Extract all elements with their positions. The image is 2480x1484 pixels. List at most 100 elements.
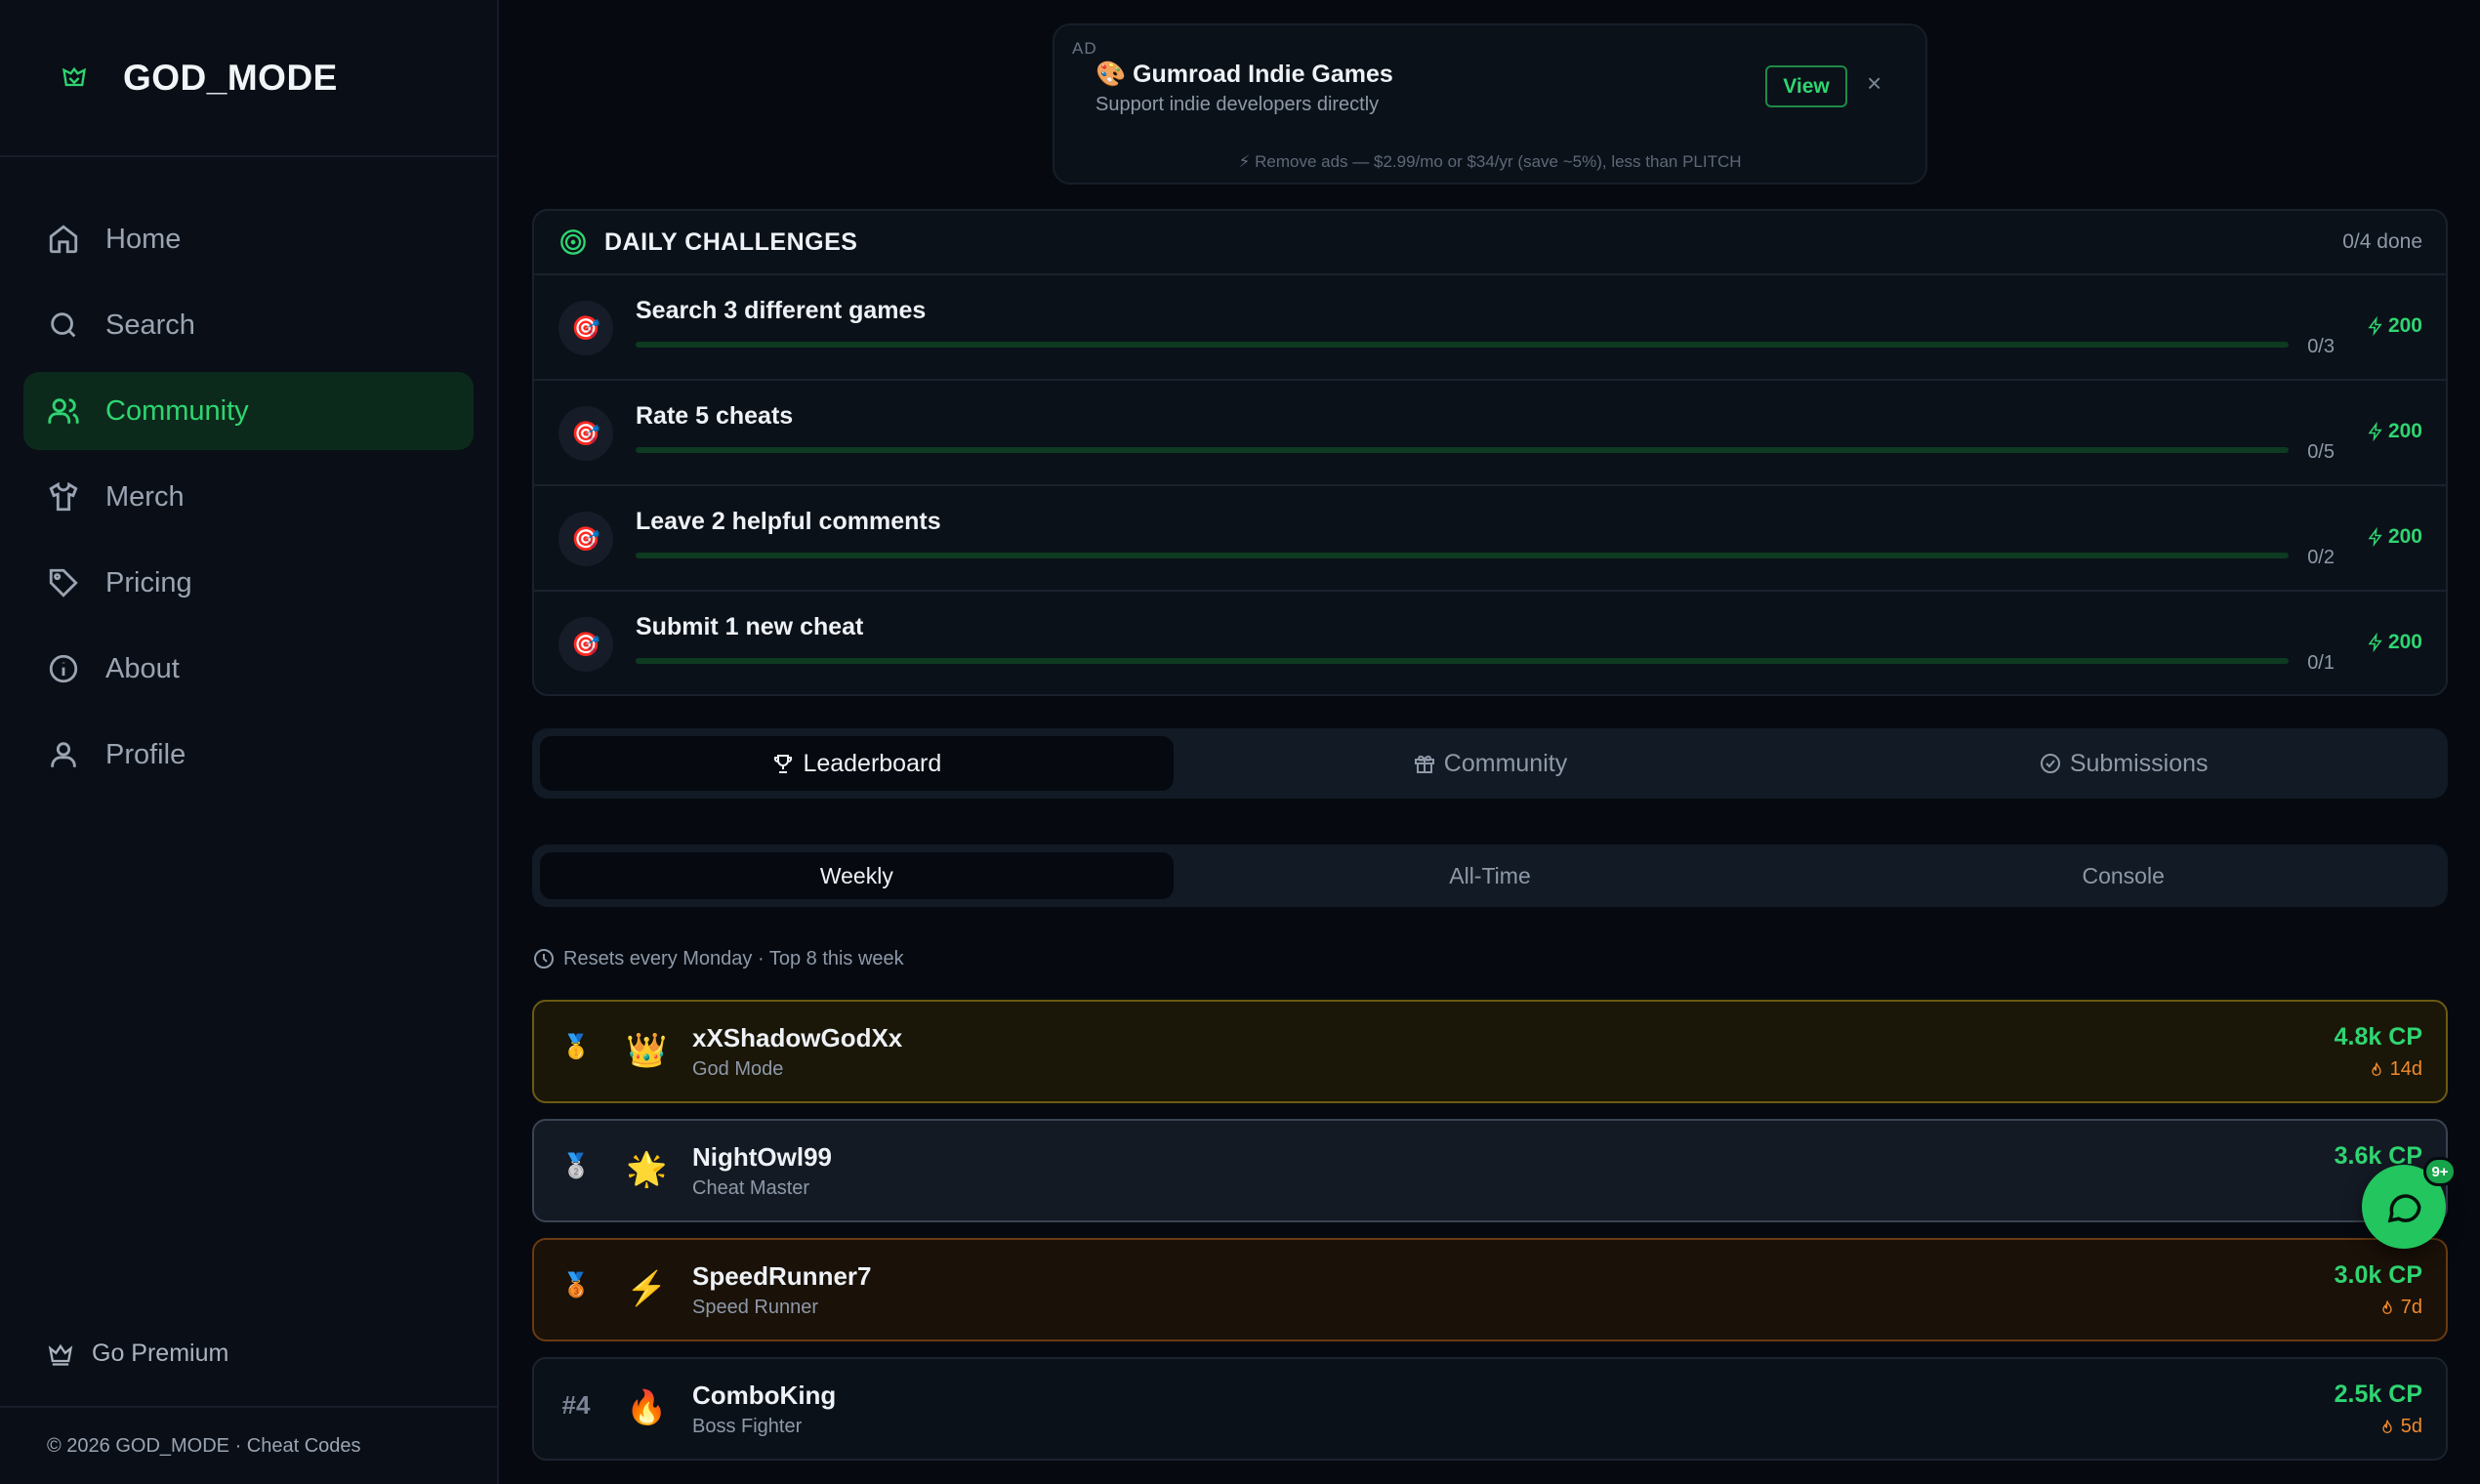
- points-value: 200: [2387, 631, 2422, 653]
- player-title: Cheat Master: [692, 1177, 810, 1199]
- tab-submissions[interactable]: Submissions: [1806, 736, 2440, 791]
- player-streak: 14d: [2369, 1058, 2422, 1081]
- tab-weekly[interactable]: Weekly: [540, 852, 1174, 899]
- go-premium-button[interactable]: Go Premium: [47, 1340, 228, 1368]
- brand-logo[interactable]: GOD_MODE: [0, 0, 497, 157]
- challenge-title: Submit 1 new cheat: [636, 613, 864, 640]
- users-icon: [48, 398, 79, 424]
- points-value: 200: [2387, 420, 2422, 442]
- points-value: 200: [2387, 525, 2422, 548]
- go-premium-label: Go Premium: [92, 1340, 229, 1367]
- sidebar-item-profile[interactable]: Profile: [23, 716, 474, 794]
- notification-badge: 9+: [2423, 1157, 2457, 1186]
- remove-ads-label: Remove ads — $2.99/mo or $34/yr (save ~5…: [1255, 152, 1742, 171]
- search-icon: [51, 312, 76, 338]
- rank-medal: 🥇: [561, 1034, 591, 1060]
- tab-all-time[interactable]: All-Time: [1174, 852, 1807, 899]
- bolt-icon: [2368, 316, 2382, 336]
- target-icon: [560, 229, 586, 255]
- challenge-title: Search 3 different games: [636, 297, 927, 324]
- app-root: GOD_MODE Home Search Community Merch Pri…: [0, 0, 2480, 1484]
- info-icon: [49, 654, 78, 683]
- sidebar-item-label: Home: [105, 223, 182, 255]
- challenges-header: DAILY CHALLENGES 0/4 done: [534, 211, 2446, 275]
- bolt-icon: [2368, 527, 2382, 547]
- bolt-icon: [2368, 422, 2382, 441]
- player-name: ComboKing: [692, 1381, 837, 1410]
- challenge-points: 200: [2367, 420, 2422, 443]
- player-title: God Mode: [692, 1058, 784, 1080]
- sidebar-footer: © 2026 GOD_MODE · Cheat Codes: [0, 1406, 497, 1484]
- challenges-count: 0/4 done: [2342, 230, 2422, 253]
- flame-icon: [2382, 1419, 2392, 1433]
- home-icon: [49, 225, 78, 254]
- tab-community[interactable]: Community: [1174, 736, 1807, 791]
- ad-banner[interactable]: AD 🎨 Gumroad Indie Games Support indie d…: [1053, 23, 1927, 185]
- leaderboard-row[interactable]: 🥈 🌟 NightOwl99 Cheat Master 3.6k CP: [532, 1119, 2448, 1222]
- community-tabs: Leaderboard Community Submissions: [532, 728, 2448, 799]
- streak-value: 14d: [2389, 1058, 2422, 1080]
- player-points: 2.5k CP: [2334, 1381, 2422, 1408]
- ad-tag: AD: [1072, 39, 1097, 58]
- player-name: SpeedRunner7: [692, 1261, 872, 1291]
- challenge-progress-bar: [636, 447, 2289, 453]
- reset-note: Resets every Monday · Top 8 this week: [532, 947, 904, 970]
- avatar: 🌟: [626, 1151, 668, 1188]
- player-points: 4.8k CP: [2334, 1023, 2422, 1051]
- sidebar-item-search[interactable]: Search: [23, 286, 474, 364]
- leaderboard-row[interactable]: 🥇 👑 xXShadowGodXx God Mode 4.8k CP 14d: [532, 1000, 2448, 1103]
- challenges-title: DAILY CHALLENGES: [604, 227, 858, 256]
- challenge-title: Leave 2 helpful comments: [636, 508, 941, 535]
- player-name: xXShadowGodXx: [692, 1023, 903, 1052]
- sidebar-item-pricing[interactable]: Pricing: [23, 544, 474, 622]
- target-icon: 🎯: [558, 512, 613, 566]
- close-icon[interactable]: ×: [1867, 68, 1881, 99]
- ad-view-button[interactable]: View: [1765, 65, 1847, 107]
- avatar: ⚡: [626, 1270, 668, 1307]
- leaderboard-row[interactable]: 🥉 ⚡ SpeedRunner7 Speed Runner 3.0k CP 7d: [532, 1238, 2448, 1341]
- challenge-item[interactable]: 🎯 Submit 1 new cheat 0/1 200: [534, 592, 2446, 694]
- sidebar-item-label: Profile: [105, 738, 186, 770]
- challenge-points: 200: [2367, 525, 2422, 549]
- challenge-item[interactable]: 🎯 Leave 2 helpful comments 0/2 200: [534, 486, 2446, 592]
- tab-console[interactable]: Console: [1806, 852, 2440, 899]
- player-streak: 7d: [2379, 1297, 2422, 1319]
- rank-number: #4: [561, 1390, 591, 1420]
- sidebar: GOD_MODE Home Search Community Merch Pri…: [0, 0, 499, 1484]
- player-streak: 5d: [2379, 1416, 2422, 1438]
- remove-ads-link[interactable]: ⚡︎ Remove ads — $2.99/mo or $34/yr (save…: [1054, 152, 1925, 172]
- sidebar-item-label: Merch: [105, 480, 185, 513]
- player-name: NightOwl99: [692, 1142, 833, 1172]
- points-value: 200: [2387, 314, 2422, 337]
- player-points: 3.0k CP: [2334, 1261, 2422, 1289]
- challenge-item[interactable]: 🎯 Search 3 different games 0/3 200: [534, 275, 2446, 381]
- tab-leaderboard[interactable]: Leaderboard: [540, 736, 1174, 791]
- sidebar-item-home[interactable]: Home: [23, 200, 474, 278]
- challenge-item[interactable]: 🎯 Rate 5 cheats 0/5 200: [534, 381, 2446, 486]
- trophy-icon: [774, 755, 793, 773]
- chat-icon: [2387, 1194, 2421, 1223]
- user-icon: [51, 742, 76, 767]
- target-icon: 🎯: [558, 406, 613, 461]
- daily-challenges-card: DAILY CHALLENGES 0/4 done 🎯 Search 3 dif…: [532, 209, 2448, 696]
- crown-icon: [48, 1343, 73, 1366]
- rank-medal: 🥈: [561, 1153, 591, 1179]
- ad-title: 🎨 Gumroad Indie Games: [1095, 61, 1393, 88]
- check-circle-icon: [2040, 754, 2060, 773]
- leaderboard-row[interactable]: #4 🔥 ComboKing Boss Fighter 2.5k CP 5d: [532, 1357, 2448, 1461]
- sidebar-item-community[interactable]: Community: [23, 372, 474, 450]
- tab-label: Leaderboard: [803, 749, 942, 777]
- challenge-title: Rate 5 cheats: [636, 402, 794, 430]
- rank-medal: 🥉: [561, 1272, 591, 1298]
- tab-label: Community: [1443, 749, 1568, 777]
- flame-icon: [2371, 1061, 2381, 1076]
- sidebar-item-merch[interactable]: Merch: [23, 458, 474, 536]
- brand-icon: [62, 66, 86, 86]
- shirt-icon: [49, 481, 78, 512]
- challenge-points: 200: [2367, 314, 2422, 338]
- challenge-points: 200: [2367, 631, 2422, 654]
- tab-label: Submissions: [2069, 749, 2209, 777]
- tag-icon: [49, 568, 78, 598]
- sidebar-item-about[interactable]: About: [23, 630, 474, 708]
- target-icon: 🎯: [558, 617, 613, 672]
